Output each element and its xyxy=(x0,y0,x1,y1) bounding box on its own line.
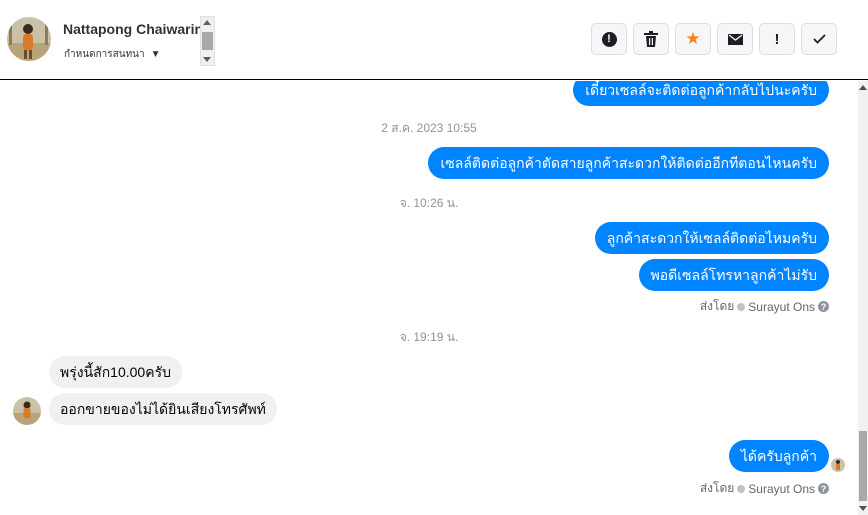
conversation-label: กำหนดการสนทนา xyxy=(64,49,145,60)
star-button[interactable]: ★ xyxy=(675,23,711,55)
scroll-thumb[interactable] xyxy=(202,32,213,50)
thread-scrollbar[interactable] xyxy=(858,81,868,515)
star-icon: ★ xyxy=(685,29,701,48)
agent-status-icon xyxy=(737,302,746,311)
conversation-menu[interactable]: กำหนดการสนทนา ▼ xyxy=(64,47,161,62)
envelope-icon xyxy=(727,33,743,45)
message-timestamp: จ. 19:19 น. xyxy=(399,330,459,344)
outgoing-message[interactable]: พอดีเซลล์โทรหาลูกค้าไม่รับ xyxy=(638,259,829,291)
sent-by-agent[interactable]: Surayut Ons xyxy=(748,482,815,496)
delete-button[interactable] xyxy=(633,23,669,55)
exclamation-circle-icon: ! xyxy=(601,31,617,47)
mark-done-button[interactable] xyxy=(801,23,837,55)
exclamation-icon: ! xyxy=(774,30,780,48)
message-timestamp: จ. 10:26 น. xyxy=(399,196,459,210)
scroll-up-arrow-icon[interactable] xyxy=(859,85,867,90)
help-icon[interactable]: ? xyxy=(818,301,829,312)
help-icon[interactable]: ? xyxy=(818,483,829,494)
sent-by-info: ส่งโดย Surayut Ons ? xyxy=(700,479,829,498)
contact-avatar[interactable] xyxy=(7,17,51,61)
conversation-toolbar: ! ★ ! xyxy=(591,23,837,55)
sent-by-label: ส่งโดย xyxy=(699,299,735,313)
outgoing-message[interactable]: เดี๋ยวเซลล์จะติดต่อลูกค้ากลับไปนะครับ xyxy=(573,81,829,106)
incoming-message[interactable]: พรุ่งนี้สัก10.00ครับ xyxy=(49,356,182,388)
scroll-down-arrow-icon[interactable] xyxy=(203,57,211,62)
scroll-thumb[interactable] xyxy=(859,431,867,501)
mark-unread-button[interactable] xyxy=(717,23,753,55)
caret-down-icon: ▼ xyxy=(150,49,161,60)
sent-by-info: ส่งโดย Surayut Ons ? xyxy=(700,297,829,316)
conversation-header: Nattapong Chaiwarin กำหนดการสนทนา ▼ ! ★ xyxy=(0,0,868,80)
checkmark-icon xyxy=(812,34,826,44)
outgoing-message[interactable]: ลูกค้าสะดวกให้เซลล์ติดต่อไหมครับ xyxy=(594,222,829,254)
trash-icon xyxy=(644,31,658,47)
scroll-up-arrow-icon[interactable] xyxy=(203,20,211,25)
seen-indicator-avatar xyxy=(831,458,845,472)
scroll-down-arrow-icon[interactable] xyxy=(859,506,867,511)
outgoing-message[interactable]: ได้ครับลูกค้า xyxy=(728,440,829,472)
outgoing-message[interactable]: เซลล์ติดต่อลูกค้าตัดสายลูกค้าสะดวกให้ติด… xyxy=(428,147,829,179)
incoming-message[interactable]: ออกขายของไม่ได้ยินเสียงโทรศัพท์ xyxy=(49,393,277,425)
message-timestamp: 2 ส.ค. 2023 10:55 xyxy=(381,121,477,135)
sent-by-agent[interactable]: Surayut Ons xyxy=(748,300,815,314)
report-button[interactable]: ! xyxy=(591,23,627,55)
header-scrollbar[interactable] xyxy=(200,16,215,66)
message-thread[interactable]: เดี๋ยวเซลล์จะติดต่อลูกค้ากลับไปนะครับ 2 … xyxy=(0,81,858,515)
agent-status-icon xyxy=(737,484,746,493)
mark-important-button[interactable]: ! xyxy=(759,23,795,55)
contact-name[interactable]: Nattapong Chaiwarin xyxy=(63,21,203,37)
contact-avatar-small[interactable] xyxy=(13,397,41,425)
sent-by-label: ส่งโดย xyxy=(699,481,735,495)
